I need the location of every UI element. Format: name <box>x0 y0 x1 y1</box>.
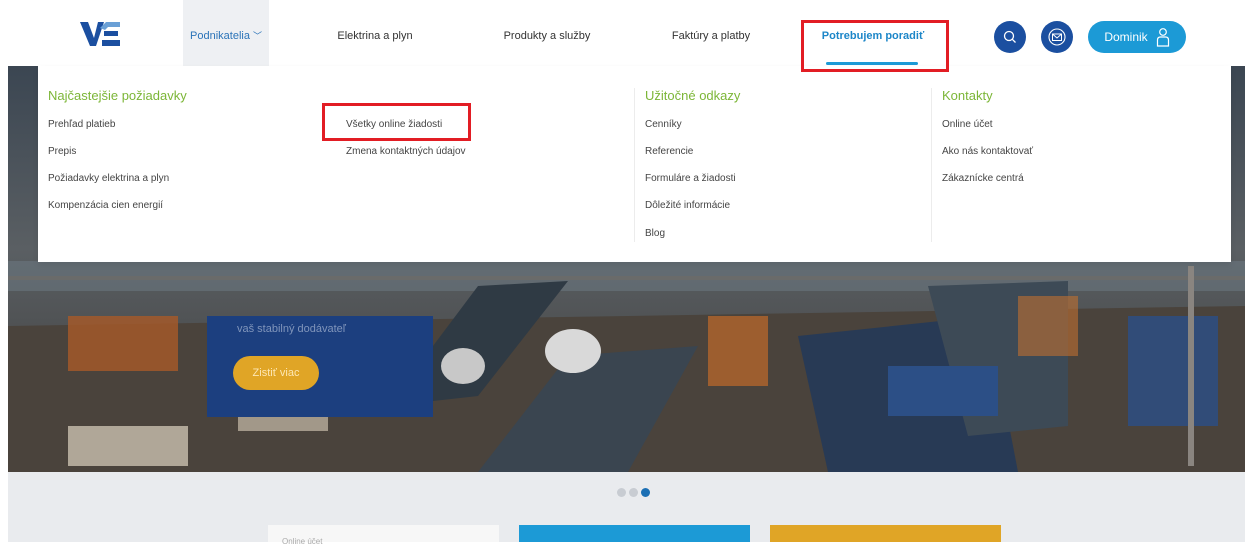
menu-link-prehlad-platieb[interactable]: Prehľad platieb <box>48 119 115 130</box>
zistit-viac-button[interactable]: Zistiť viac <box>233 356 319 390</box>
menu-link-zmena-kontaktnych-udajov[interactable]: Zmena kontaktných údajov <box>346 146 466 157</box>
menu-link-poziadavky[interactable]: Požiadavky elektrina a plyn <box>48 173 169 184</box>
search-icon <box>1003 30 1016 43</box>
mail-button[interactable] <box>1041 21 1073 53</box>
menu-col-uzitocne-title: Užitočné odkazy <box>645 88 741 103</box>
vse-logo[interactable] <box>80 20 120 48</box>
carousel-dots <box>617 488 650 497</box>
nav-podnikatelia-label: Podnikatelia <box>190 30 250 42</box>
online-ucet-card[interactable]: Online účet <box>268 525 499 546</box>
mega-menu-dropdown: Najčastejšie požiadavky Prehľad platieb … <box>38 66 1231 262</box>
menu-col-najcastejsie-title: Najčastejšie požiadavky <box>48 88 187 103</box>
menu-link-dolezite-informacie[interactable]: Dôležité informácie <box>645 200 730 211</box>
carousel-dot[interactable] <box>629 488 638 497</box>
carousel-dot[interactable] <box>617 488 626 497</box>
nav-active-underline <box>826 62 918 65</box>
menu-link-online-ucet[interactable]: Online účet <box>942 119 993 130</box>
menu-link-zakaznicke-centra[interactable]: Zákaznícke centrá <box>942 173 1024 184</box>
menu-link-ako-nas-kontaktovat[interactable]: Ako nás kontaktovať <box>942 146 1033 157</box>
menu-link-blog[interactable]: Blog <box>645 228 665 239</box>
site-header: Podnikatelia ﹀ Elektrina a plyn Produkty … <box>0 0 1245 66</box>
nav-faktury-label: Faktúry a platby <box>671 30 751 42</box>
menu-link-prepis[interactable]: Prepis <box>48 146 76 157</box>
nav-elektrina-label: Elektrina a plyn <box>337 30 413 42</box>
nav-elektrina-a-plyn[interactable]: Elektrina a plyn <box>320 0 430 66</box>
nav-faktury-a-platby[interactable]: Faktúry a platby <box>656 0 766 66</box>
promo-card: vaš stabilný dodávateľ Zistiť viac <box>207 316 433 417</box>
blue-card[interactable] <box>519 525 750 542</box>
user-icon <box>1156 28 1169 47</box>
carousel-dot-active[interactable] <box>641 488 650 497</box>
gold-card[interactable] <box>770 525 1001 542</box>
menu-divider <box>634 88 635 242</box>
menu-divider <box>931 88 932 242</box>
nav-produkty-a-sluzby[interactable]: Produkty a služby <box>492 0 602 66</box>
search-button[interactable] <box>994 21 1026 53</box>
user-account-button[interactable]: Dominik <box>1088 21 1186 53</box>
nav-potrebujem-label: Potrebujem poradiť <box>821 30 925 42</box>
menu-link-referencie[interactable]: Referencie <box>645 146 693 157</box>
mail-icon <box>1048 28 1066 46</box>
promo-text: vaš stabilný dodávateľ <box>237 323 346 335</box>
nav-produkty-label: Produkty a služby <box>503 30 591 42</box>
user-name: Dominik <box>1104 30 1148 44</box>
menu-link-vsetky-online-ziadosti[interactable]: Všetky online žiadosti <box>346 119 442 130</box>
menu-col-kontakty-title: Kontakty <box>942 88 993 103</box>
nav-potrebujem-poradit[interactable]: Potrebujem poradiť <box>810 0 936 66</box>
nav-podnikatelia[interactable]: Podnikatelia ﹀ <box>183 0 269 66</box>
menu-link-formulare[interactable]: Formuláre a žiadosti <box>645 173 736 184</box>
menu-link-cenniky[interactable]: Cenníky <box>645 119 682 130</box>
menu-link-kompenzacia[interactable]: Kompenzácia cien energií <box>48 200 163 211</box>
chevron-down-icon: ﹀ <box>252 31 262 41</box>
